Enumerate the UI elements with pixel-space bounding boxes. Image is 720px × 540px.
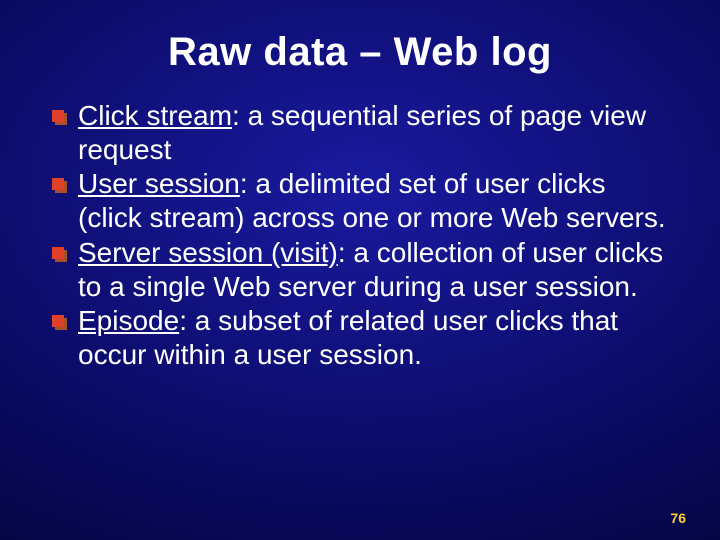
term: Click stream (78, 100, 232, 131)
list-item: User session: a delimited set of user cl… (46, 167, 674, 235)
bullet-icon (52, 178, 64, 190)
term: User session (78, 168, 240, 199)
list-item: Server session (visit): a collection of … (46, 236, 674, 304)
list-item: Click stream: a sequential series of pag… (46, 99, 674, 167)
bullet-icon (52, 247, 64, 259)
page-number: 76 (670, 510, 686, 526)
list-item: Episode: a subset of related user clicks… (46, 304, 674, 372)
bullet-icon (52, 110, 64, 122)
slide-body: Click stream: a sequential series of pag… (40, 99, 680, 372)
slide: Raw data – Web log Click stream: a seque… (0, 0, 720, 540)
term: Episode (78, 305, 179, 336)
bullet-icon (52, 315, 64, 327)
slide-title: Raw data – Web log (40, 30, 680, 75)
term: Server session (visit) (78, 237, 338, 268)
